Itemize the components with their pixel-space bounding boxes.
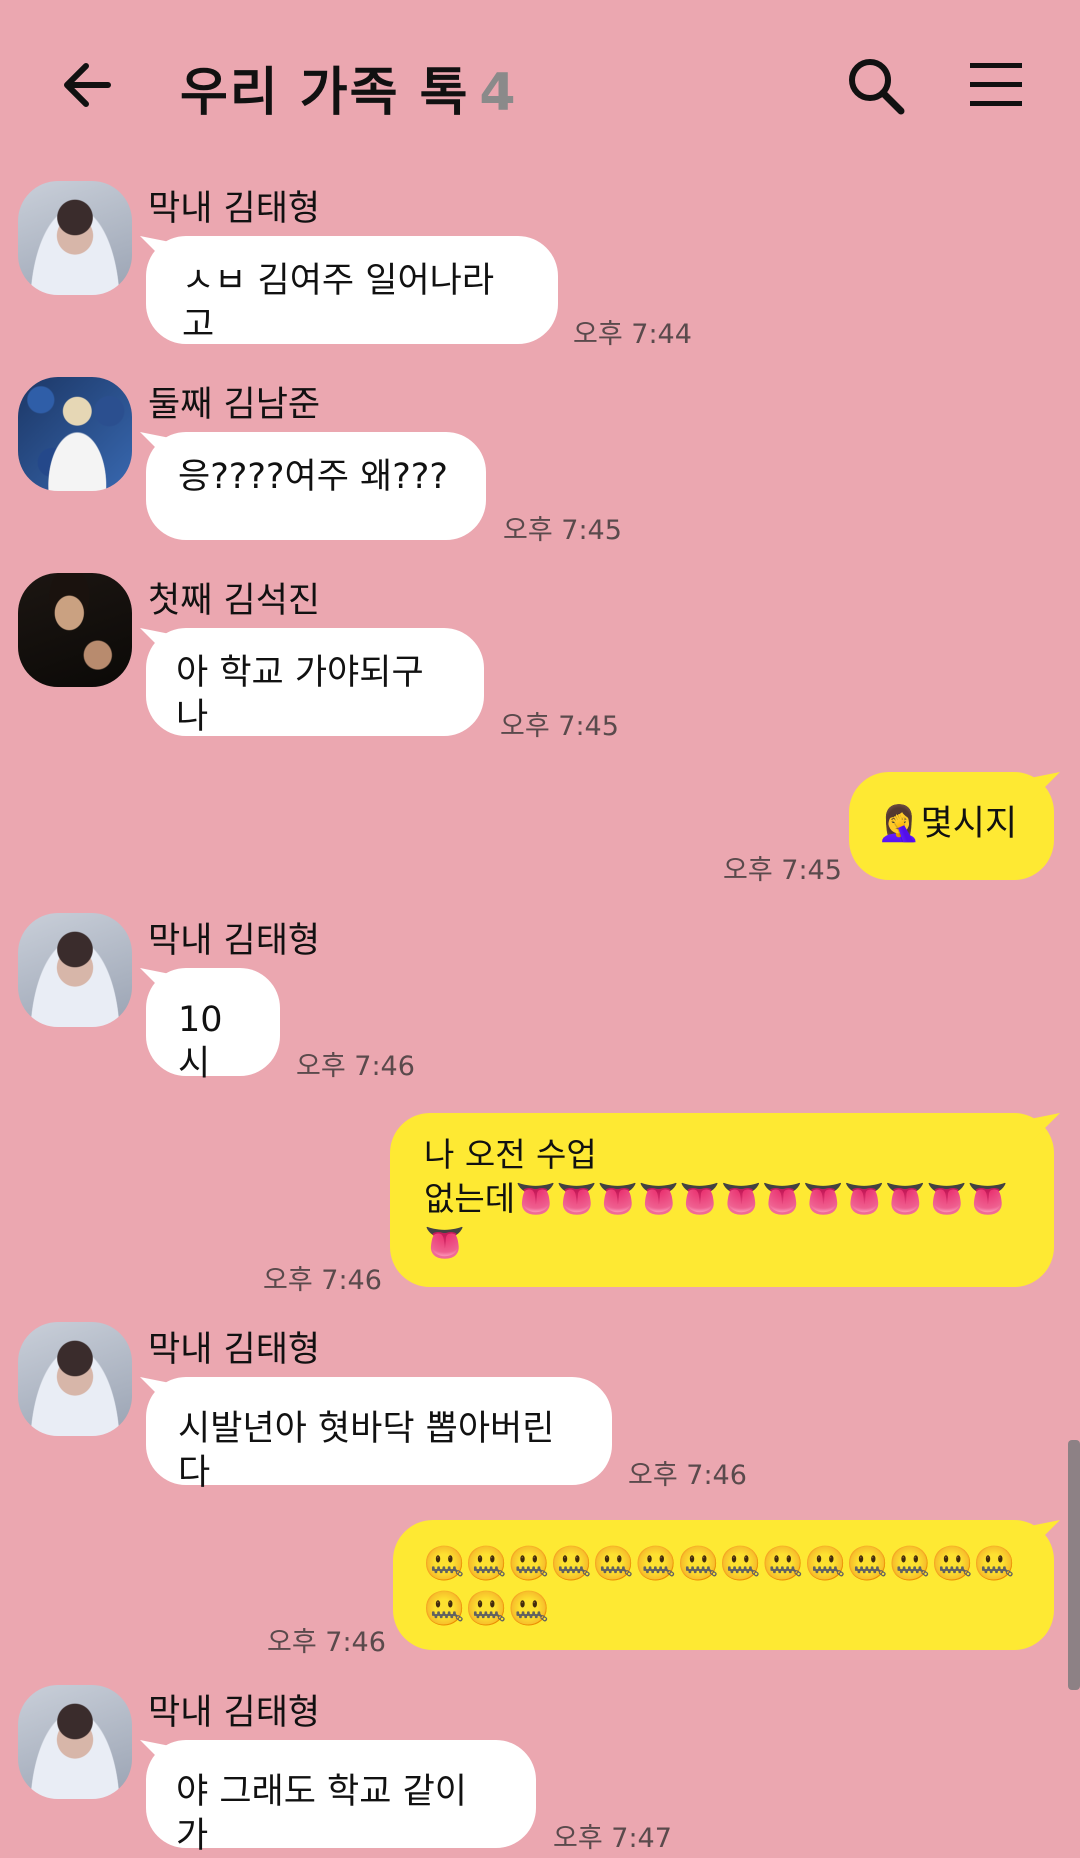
sender-name: 막내 김태형 bbox=[148, 1330, 321, 1370]
sender-name: 첫째 김석진 bbox=[148, 581, 321, 621]
avatar[interactable] bbox=[18, 181, 132, 295]
message-text: 아 학교 가야되구나 bbox=[176, 653, 424, 737]
back-arrow-icon[interactable] bbox=[58, 55, 118, 115]
chat-header: 우리 가족 톡4 bbox=[0, 0, 1080, 170]
scrollbar[interactable] bbox=[1068, 1440, 1080, 1690]
hamburger-menu-icon[interactable] bbox=[968, 60, 1024, 110]
message-bubble[interactable]: 🤐🤐🤐🤐🤐🤐🤐🤐🤐🤐🤐🤐🤐🤐🤐🤐🤐 bbox=[393, 1520, 1054, 1650]
message-time: 오후 7:46 bbox=[263, 1265, 382, 1296]
member-count: 4 bbox=[479, 63, 518, 123]
message-bubble[interactable]: 응????여주 왜??? bbox=[146, 432, 486, 540]
message-bubble[interactable]: 10시 bbox=[146, 968, 280, 1084]
message-bubble[interactable]: 야 그래도 학교 같이 가 bbox=[146, 1740, 536, 1856]
chat-room-name: 우리 가족 톡 bbox=[180, 63, 470, 123]
sender-name: 막내 김태형 bbox=[148, 1693, 321, 1733]
message-text: 시발년아 혓바닥 뽑아버린다 bbox=[178, 1409, 555, 1493]
message-time: 오후 7:46 bbox=[296, 1051, 415, 1082]
message-time: 오후 7:47 bbox=[553, 1823, 672, 1854]
avatar[interactable] bbox=[18, 1322, 132, 1436]
search-icon[interactable] bbox=[845, 55, 907, 117]
message-time: 오후 7:46 bbox=[267, 1627, 386, 1658]
message-bubble[interactable]: 나 오전 수업 없는데👅👅👅👅👅👅👅👅👅👅👅👅👅 bbox=[390, 1113, 1054, 1287]
avatar[interactable] bbox=[18, 1685, 132, 1799]
message-bubble[interactable]: 시발년아 혓바닥 뽑아버린다 bbox=[146, 1377, 612, 1493]
avatar[interactable] bbox=[18, 377, 132, 491]
message-text: 응????여주 왜??? bbox=[178, 457, 448, 497]
message-bubble[interactable]: ㅅㅂ 김여주 일어나라고 bbox=[146, 236, 558, 345]
message-text: 🤦‍♀️몇시지 bbox=[877, 804, 1018, 844]
message-text: 야 그래도 학교 같이 가 bbox=[176, 1772, 479, 1856]
message-text: 🤐🤐🤐🤐🤐🤐🤐🤐🤐🤐🤐🤐🤐🤐🤐🤐🤐 bbox=[423, 1544, 1016, 1629]
message-bubble[interactable]: 아 학교 가야되구나 bbox=[146, 628, 484, 737]
chat-title: 우리 가족 톡4 bbox=[180, 50, 518, 125]
sender-name: 막내 김태형 bbox=[148, 921, 321, 961]
sender-name: 둘째 김남준 bbox=[148, 385, 321, 425]
avatar[interactable] bbox=[18, 913, 132, 1027]
message-bubble[interactable]: 🤦‍♀️몇시지 bbox=[849, 772, 1054, 880]
avatar[interactable] bbox=[18, 573, 132, 687]
message-text: ㅅㅂ 김여주 일어나라고 bbox=[182, 261, 495, 345]
sender-name: 막내 김태형 bbox=[148, 189, 321, 229]
message-time: 오후 7:45 bbox=[503, 515, 622, 546]
message-time: 오후 7:44 bbox=[573, 319, 692, 350]
message-time: 오후 7:45 bbox=[500, 711, 619, 742]
message-time: 오후 7:45 bbox=[723, 855, 842, 886]
message-time: 오후 7:46 bbox=[628, 1460, 747, 1491]
message-text: 10시 bbox=[178, 1000, 223, 1084]
message-text: 나 오전 수업 없는데👅👅👅👅👅👅👅👅👅👅👅👅👅 bbox=[424, 1135, 1009, 1262]
